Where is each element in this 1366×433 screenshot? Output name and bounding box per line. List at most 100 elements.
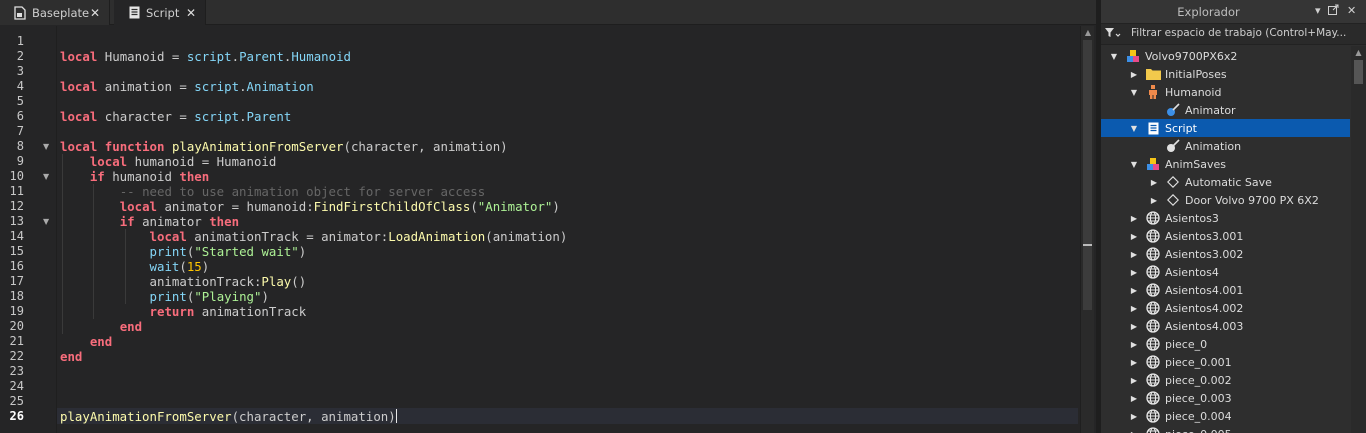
scrollbar-thumb[interactable] <box>1354 60 1363 84</box>
code-line[interactable]: wait(15) <box>60 259 210 274</box>
tree-item-piece-0-003[interactable]: ▶ piece_0.003 <box>1101 389 1350 407</box>
expand-right-icon[interactable]: ▶ <box>1129 412 1139 421</box>
expand-down-icon[interactable]: ▼ <box>1129 88 1139 97</box>
fold-toggle-icon[interactable]: ▼ <box>43 214 51 229</box>
fold-toggle-icon[interactable]: ▼ <box>43 139 51 154</box>
line-number: 13 <box>9 214 24 228</box>
expand-right-icon[interactable]: ▶ <box>1149 178 1159 187</box>
code-line[interactable]: -- need to use animation object for serv… <box>60 184 486 199</box>
code-line[interactable]: print("Started wait") <box>60 244 307 259</box>
tree-item-volvo9700px6x2[interactable]: ▼ Volvo9700PX6x2 <box>1101 47 1350 65</box>
code-token: character = <box>97 109 195 124</box>
undock-icon[interactable] <box>1328 4 1339 18</box>
code-area[interactable]: local Humanoid = script.Parent.Humanoid l… <box>60 26 1080 433</box>
expand-right-icon[interactable]: ▶ <box>1129 286 1139 295</box>
code-line[interactable]: end <box>60 319 142 334</box>
tree-item-asientos3-002[interactable]: ▶ Asientos3.002 <box>1101 245 1350 263</box>
code-token: script <box>194 109 240 124</box>
tree-item-label: Animation <box>1185 139 1242 153</box>
tree-item-door-volvo-9700-px-6x2[interactable]: ▶ Door Volvo 9700 PX 6X2 <box>1101 191 1350 209</box>
scroll-up-arrow-icon[interactable]: ▲ <box>1351 48 1366 57</box>
code-token: animator <box>134 214 210 229</box>
expand-right-icon[interactable]: ▶ <box>1129 358 1139 367</box>
tree-item-piece-0-002[interactable]: ▶ piece_0.002 <box>1101 371 1350 389</box>
fold-toggle-icon[interactable]: ▼ <box>43 169 51 184</box>
code-token: Humanoid = <box>97 49 187 64</box>
tree-item-piece-0-004[interactable]: ▶ piece_0.004 <box>1101 407 1350 425</box>
expand-right-icon[interactable]: ▶ <box>1129 70 1139 79</box>
tree-item-piece-0-001[interactable]: ▶ piece_0.001 <box>1101 353 1350 371</box>
code-token: Play <box>261 274 292 289</box>
tree-item-script[interactable]: ▼ Script <box>1101 119 1350 137</box>
code-line[interactable]: animationTrack:Play() <box>60 274 307 289</box>
tree-item-asientos3-001[interactable]: ▶ Asientos3.001 <box>1101 227 1350 245</box>
tree-item-piece-0-005[interactable]: ▶ piece_0.005 <box>1101 425 1350 433</box>
explorer-vertical-scrollbar[interactable]: ▲ <box>1351 46 1366 433</box>
tree-item-animsaves[interactable]: ▼ AnimSaves <box>1101 155 1350 173</box>
expand-right-icon[interactable]: ▶ <box>1129 268 1139 277</box>
line-number: 4 <box>16 79 24 93</box>
tree-item-automatic-save[interactable]: ▶ Automatic Save <box>1101 173 1350 191</box>
expand-down-icon[interactable]: ▼ <box>1109 52 1119 61</box>
tree-item-asientos4-003[interactable]: ▶ Asientos4.003 <box>1101 317 1350 335</box>
indent-guide <box>61 154 63 334</box>
code-line[interactable]: playAnimationFromServer(character, anima… <box>60 409 397 424</box>
code-line[interactable]: local function playAnimationFromServer(c… <box>60 139 508 154</box>
code-line[interactable]: local animator = humanoid:FindFirstChild… <box>60 199 560 214</box>
tree-item-piece-0[interactable]: ▶ piece_0 <box>1101 335 1350 353</box>
code-line[interactable]: local animationTrack = animator:LoadAnim… <box>60 229 568 244</box>
filter-funnel-icon[interactable] <box>1105 27 1121 42</box>
tree-item-animator[interactable]: Animator <box>1101 101 1350 119</box>
close-icon[interactable]: ✕ <box>1347 4 1356 17</box>
code-line[interactable]: local character = script.Parent <box>60 109 291 124</box>
code-line[interactable]: return animationTrack <box>60 304 307 319</box>
expand-right-icon[interactable]: ▶ <box>1129 340 1139 349</box>
code-line[interactable]: local animation = script.Animation <box>60 79 314 94</box>
tree-item-asientos4[interactable]: ▶ Asientos4 <box>1101 263 1350 281</box>
code-token: LoadAnimation <box>388 229 486 244</box>
expand-right-icon[interactable]: ▶ <box>1129 322 1139 331</box>
code-line[interactable]: local humanoid = Humanoid <box>60 154 277 169</box>
code-token: humanoid = Humanoid <box>127 154 277 169</box>
expand-right-icon[interactable]: ▶ <box>1129 250 1139 259</box>
code-line[interactable]: end <box>60 349 82 364</box>
code-line[interactable]: end <box>60 334 112 349</box>
code-token: Animation <box>246 79 314 94</box>
explorer-filter[interactable]: Filtrar espacio de trabajo (Control+May.… <box>1101 24 1366 45</box>
tree-item-asientos4-002[interactable]: ▶ Asientos4.002 <box>1101 299 1350 317</box>
expand-right-icon[interactable]: ▶ <box>1129 304 1139 313</box>
expand-right-icon[interactable]: ▶ <box>1129 214 1139 223</box>
code-line[interactable]: print("Playing") <box>60 289 269 304</box>
scrollbar-thumb[interactable] <box>1083 40 1092 310</box>
expand-right-icon[interactable]: ▶ <box>1129 394 1139 403</box>
expand-right-icon[interactable]: ▶ <box>1129 430 1139 433</box>
script-editor: Baseplate ✕ Script ✕ 1 2 3 4 5 6 7 8 9 10 11 12 13 14… <box>0 0 1096 433</box>
editor-vertical-scrollbar[interactable]: ▲ <box>1080 26 1094 433</box>
filter-input[interactable]: Filtrar espacio de trabajo (Control+May.… <box>1131 27 1359 39</box>
expand-down-icon[interactable]: ▼ <box>1129 124 1139 133</box>
expand-right-icon[interactable]: ▶ <box>1129 232 1139 241</box>
expand-down-icon[interactable]: ▼ <box>1129 160 1139 169</box>
explorer-panel: Explorador ▾ ✕ Filtrar espacio de trabaj… <box>1101 0 1366 433</box>
expand-right-icon[interactable]: ▶ <box>1129 376 1139 385</box>
tree-item-animation[interactable]: Animation <box>1101 137 1350 155</box>
tab-baseplate[interactable]: Baseplate ✕ <box>0 0 110 25</box>
tree-item-initialposes[interactable]: ▶ InitialPoses <box>1101 65 1350 83</box>
scroll-up-arrow-icon[interactable]: ▲ <box>1081 28 1095 37</box>
code-line[interactable]: if animator then <box>60 214 239 229</box>
code-token: . <box>231 49 240 64</box>
tree-item-asientos4-001[interactable]: ▶ Asientos4.001 <box>1101 281 1350 299</box>
tab-script[interactable]: Script ✕ <box>114 0 206 25</box>
expand-right-icon[interactable]: ▶ <box>1149 196 1159 205</box>
code-token: local <box>89 154 128 169</box>
tree-item-humanoid[interactable]: ▼ Humanoid <box>1101 83 1350 101</box>
tree-item-asientos3[interactable]: ▶ Asientos3 <box>1101 209 1350 227</box>
close-icon[interactable]: ✕ <box>89 6 101 20</box>
chevron-down-icon[interactable]: ▾ <box>1315 4 1321 17</box>
close-icon[interactable]: ✕ <box>185 6 197 20</box>
line-number: 14 <box>9 229 24 243</box>
mesh-globe-icon <box>1145 318 1161 334</box>
code-line[interactable]: if humanoid then <box>60 169 209 184</box>
code-line[interactable]: local Humanoid = script.Parent.Humanoid <box>60 49 351 64</box>
